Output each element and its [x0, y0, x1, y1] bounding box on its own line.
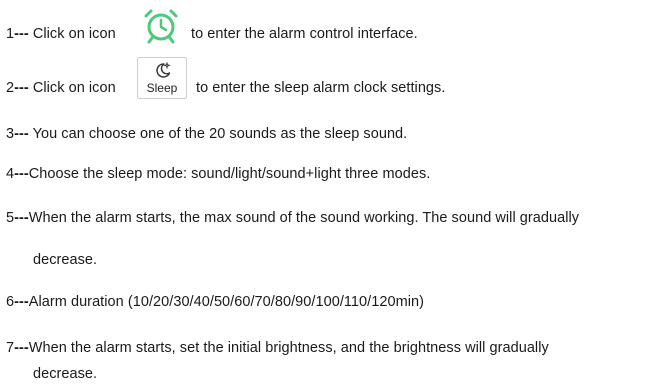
step-3: 3--- You can choose one of the 20 sounds… — [6, 126, 408, 142]
step-text: Click on icon — [28, 26, 116, 42]
step-text: Choose the sleep mode: sound/light/sound… — [28, 166, 431, 182]
step-2: 2--- Click on icon — [6, 80, 116, 96]
step-text: Alarm duration (10/20/30/40/50/60/70/80/… — [28, 294, 424, 310]
step-number: 5 — [6, 210, 15, 226]
step-number: 4 — [6, 166, 15, 182]
step-text: When the alarm starts, set the initial b… — [28, 340, 549, 356]
moon-icon — [156, 61, 171, 78]
step-text: You can choose one of the 20 sounds as t… — [28, 126, 408, 142]
step-number: 2 — [6, 80, 15, 96]
step-1: 1--- Click on icon — [6, 26, 116, 42]
step-number: 7 — [6, 340, 15, 356]
step-text: When the alarm starts, the max sound of … — [28, 210, 580, 226]
step-5-continuation: decrease. — [33, 252, 98, 268]
sleep-button-icon: Sleep — [137, 57, 187, 99]
step-number: 6 — [6, 294, 15, 310]
step-6: 6---Alarm duration (10/20/30/40/50/60/70… — [6, 294, 424, 310]
sleep-label: Sleep — [146, 81, 178, 95]
step-1-after: to enter the alarm control interface. — [191, 26, 418, 42]
step-text: Click on icon — [28, 80, 116, 96]
step-number: 1 — [6, 26, 15, 42]
step-5: 5---When the alarm starts, the max sound… — [6, 210, 580, 226]
step-7: 7---When the alarm starts, set the initi… — [6, 340, 549, 356]
step-2-after: to enter the sleep alarm clock settings. — [196, 80, 446, 96]
step-number: 3 — [6, 126, 15, 142]
alarm-clock-icon — [140, 7, 182, 45]
step-7-continuation: decrease. — [33, 366, 98, 382]
step-4: 4---Choose the sleep mode: sound/light/s… — [6, 166, 431, 182]
